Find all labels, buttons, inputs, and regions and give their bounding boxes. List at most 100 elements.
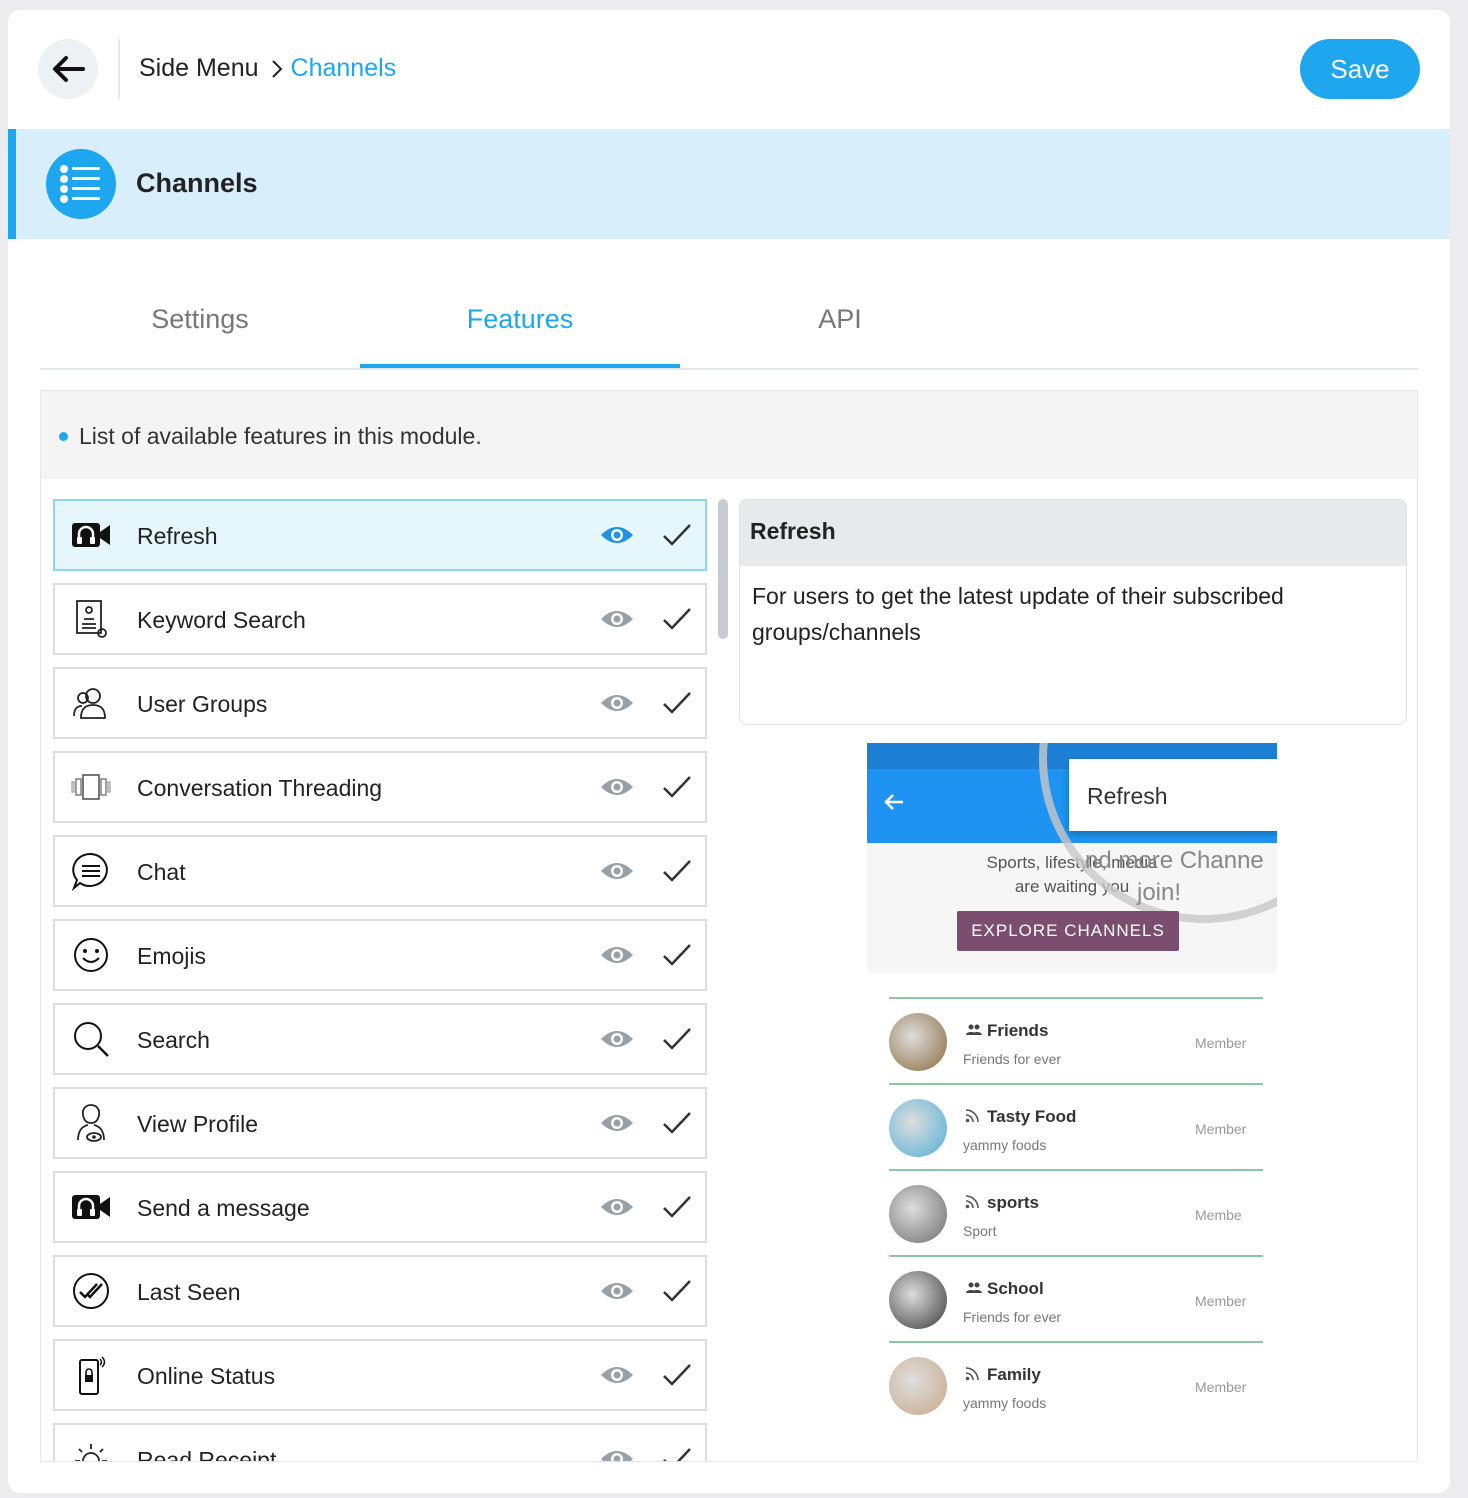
- eye-icon[interactable]: [599, 775, 635, 799]
- eye-icon[interactable]: [599, 1363, 635, 1387]
- group-icon: [965, 1281, 983, 1297]
- preview-menu-item: Refresh: [1087, 783, 1168, 809]
- features-panel: List of available features in this modul…: [40, 390, 1418, 1462]
- feature-row[interactable]: Emojis: [53, 919, 707, 991]
- eye-icon[interactable]: [599, 691, 635, 715]
- feature-row[interactable]: Refresh: [53, 499, 707, 571]
- checkmark-icon[interactable]: [661, 941, 693, 969]
- preview-menu-popup: Refresh: [1069, 759, 1277, 831]
- breadcrumb: Side Menu Channels: [139, 54, 396, 83]
- chevron-right-icon: [271, 59, 283, 79]
- rss-icon: [965, 1367, 979, 1384]
- magnifier-icon: [71, 1019, 111, 1059]
- feature-row[interactable]: Chat: [53, 835, 707, 907]
- module-title: Channels: [136, 168, 258, 198]
- channels-list-icon: [46, 149, 116, 219]
- checkmark-icon[interactable]: [661, 1361, 693, 1389]
- preview-hero-magnified-2: join!: [1137, 879, 1182, 906]
- channel-avatar: [889, 1099, 947, 1157]
- feature-label: Search: [137, 1027, 210, 1053]
- feature-row[interactable]: Send a message: [53, 1171, 707, 1243]
- video-call-icon: [71, 1187, 111, 1227]
- feature-label: User Groups: [137, 691, 268, 717]
- video-call-icon: [71, 515, 111, 555]
- tab-settings[interactable]: Settings: [40, 280, 360, 368]
- feature-list-scrollbar[interactable]: [718, 499, 728, 639]
- feature-row[interactable]: View Profile: [53, 1087, 707, 1159]
- channel-avatar: [889, 1185, 947, 1243]
- checkmark-icon[interactable]: [661, 521, 693, 549]
- preview-channel-row: School Friends for ever Member: [889, 1255, 1263, 1341]
- channel-name: Friends: [987, 1021, 1049, 1040]
- feature-row[interactable]: Last Seen: [53, 1255, 707, 1327]
- eye-icon[interactable]: [599, 607, 635, 631]
- tab-features[interactable]: Features: [360, 280, 680, 368]
- rss-icon: [965, 1109, 979, 1126]
- tab-api[interactable]: API: [680, 280, 1000, 368]
- checkmark-icon[interactable]: [661, 1277, 693, 1305]
- mobile-status-icon: [71, 1355, 111, 1395]
- channel-subtitle: Friends for ever: [963, 1051, 1062, 1067]
- feature-label: Emojis: [137, 943, 207, 969]
- feature-detail-card: Refresh For users to get the latest upda…: [739, 499, 1407, 725]
- checkmark-icon[interactable]: [661, 1025, 693, 1053]
- feature-row[interactable]: Keyword Search: [53, 583, 707, 655]
- breadcrumb-side-menu[interactable]: Side Menu: [139, 54, 259, 83]
- arrow-left-icon: [53, 56, 85, 82]
- checkmark-icon[interactable]: [661, 689, 693, 717]
- save-button[interactable]: Save: [1300, 39, 1420, 99]
- checkmark-icon[interactable]: [661, 1193, 693, 1221]
- checkmark-icon[interactable]: [661, 773, 693, 801]
- preview-hero-magnified: nd more Channe: [1085, 847, 1264, 874]
- feature-label: Refresh: [137, 523, 218, 549]
- double-check-icon: [71, 1271, 111, 1311]
- user-group-icon: [71, 683, 111, 723]
- channel-subtitle: yammy foods: [963, 1137, 1047, 1153]
- feature-row[interactable]: Conversation Threading: [53, 751, 707, 823]
- features-info-text: List of available features in this modul…: [79, 423, 482, 449]
- eye-icon[interactable]: [599, 1279, 635, 1303]
- checkmark-icon[interactable]: [661, 1109, 693, 1137]
- header-divider: [118, 39, 120, 99]
- feature-row[interactable]: User Groups: [53, 667, 707, 739]
- channel-role: Member: [1195, 1293, 1247, 1309]
- back-button[interactable]: [38, 39, 98, 99]
- channel-subtitle: yammy foods: [963, 1395, 1047, 1411]
- chat-bubble-icon: [71, 851, 111, 891]
- eye-icon[interactable]: [599, 1195, 635, 1219]
- feature-row[interactable]: Read Receipt: [53, 1423, 707, 1462]
- threading-icon: [71, 767, 111, 807]
- eye-icon[interactable]: [599, 523, 635, 547]
- eye-icon[interactable]: [599, 1027, 635, 1051]
- channel-subtitle: Sport: [963, 1223, 997, 1239]
- tab-bar: Settings Features API: [40, 280, 1418, 370]
- channel-role: Member: [1195, 1121, 1247, 1137]
- feature-label: Send a message: [137, 1195, 310, 1221]
- eye-icon[interactable]: [599, 1111, 635, 1135]
- feature-label: Online Status: [137, 1363, 276, 1389]
- features-info: List of available features in this modul…: [59, 423, 482, 450]
- channel-avatar: [889, 1013, 947, 1071]
- feature-label: Read Receipt: [137, 1447, 277, 1462]
- channel-role: Membe: [1195, 1207, 1242, 1223]
- eye-icon[interactable]: [599, 1447, 635, 1461]
- checkmark-icon[interactable]: [661, 605, 693, 633]
- feature-row[interactable]: Search: [53, 1003, 707, 1075]
- channels-settings-card: Side Menu Channels Save Channels Setting…: [8, 10, 1450, 1493]
- checkmark-icon[interactable]: [661, 857, 693, 885]
- profile-view-icon: [71, 1103, 111, 1143]
- checkmark-icon[interactable]: [661, 1445, 693, 1461]
- feature-detail-title: Refresh: [740, 500, 1406, 566]
- eye-icon[interactable]: [599, 943, 635, 967]
- feature-preview-image: Sports, lifestyle, media are waiting you…: [867, 743, 1277, 1461]
- feature-label: Keyword Search: [137, 607, 306, 633]
- feature-label: Last Seen: [137, 1279, 241, 1305]
- channel-name: Family: [987, 1365, 1041, 1384]
- sun-icon: [71, 1439, 111, 1461]
- channel-subtitle: Friends for ever: [963, 1309, 1062, 1325]
- channel-name: sports: [987, 1193, 1039, 1212]
- feature-row[interactable]: Online Status: [53, 1339, 707, 1411]
- channel-role: Member: [1195, 1379, 1247, 1395]
- document-search-icon: [71, 599, 111, 639]
- eye-icon[interactable]: [599, 859, 635, 883]
